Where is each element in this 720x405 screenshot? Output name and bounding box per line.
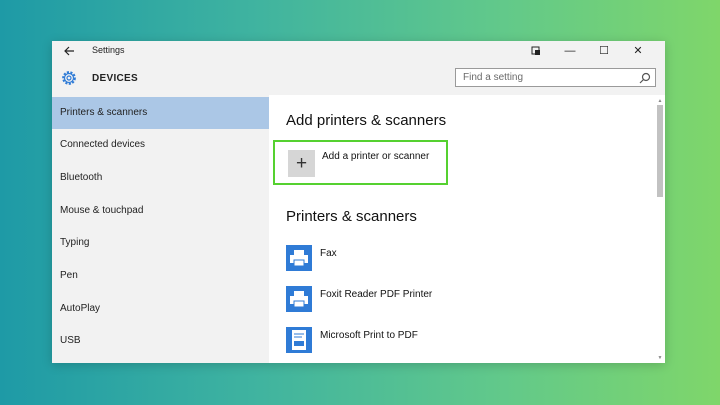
pin-icon: [531, 46, 540, 55]
back-button[interactable]: [59, 43, 79, 59]
sidebar-item-usb[interactable]: USB: [52, 325, 269, 357]
snap-button[interactable]: [519, 41, 553, 61]
add-printer-label: Add a printer or scanner: [322, 151, 430, 162]
add-section-title: Add printers & scanners: [286, 112, 447, 129]
search-box[interactable]: [455, 68, 656, 87]
search-icon[interactable]: [638, 71, 652, 85]
scroll-up-icon[interactable]: ▲: [657, 99, 663, 104]
printer-item-ms-print-pdf[interactable]: Microsoft Print to PDF: [286, 327, 646, 357]
scroll-thumb[interactable]: [657, 105, 663, 197]
printer-item-fax[interactable]: Fax: [286, 245, 646, 275]
sidebar-item-pen[interactable]: Pen: [52, 260, 269, 292]
scrollbar[interactable]: ▲ ▼: [657, 99, 663, 361]
sidebar-item-typing[interactable]: Typing: [52, 227, 269, 259]
close-button[interactable]: ✕: [621, 41, 655, 61]
list-section-title: Printers & scanners: [286, 208, 417, 225]
window-title: Settings: [92, 45, 125, 55]
scroll-down-icon[interactable]: ▼: [657, 356, 663, 361]
sidebar-item-bluetooth[interactable]: Bluetooth: [52, 162, 269, 194]
pdf-printer-icon: [286, 327, 312, 353]
sidebar-item-autoplay[interactable]: AutoPlay: [52, 293, 269, 325]
printer-name: Fax: [320, 248, 337, 259]
sidebar-item-printers-scanners[interactable]: Printers & scanners: [52, 97, 269, 129]
printer-icon: [286, 245, 312, 271]
gear-icon: [62, 71, 76, 85]
printer-name: Microsoft Print to PDF: [320, 330, 418, 341]
header: DEVICES: [52, 61, 665, 95]
settings-window: Settings — ☐ ✕ DEVICES Printers & scanne…: [52, 41, 665, 363]
add-printer-button[interactable]: + Add a printer or scanner: [273, 140, 448, 185]
arrow-left-icon: [64, 46, 74, 56]
maximize-button[interactable]: ☐: [587, 41, 621, 61]
plus-icon: +: [288, 150, 315, 177]
printer-item-foxit[interactable]: Foxit Reader PDF Printer: [286, 286, 646, 316]
minimize-button[interactable]: —: [553, 41, 587, 61]
title-bar: Settings — ☐ ✕: [52, 41, 665, 61]
sidebar: Printers & scanners Connected devices Bl…: [52, 95, 269, 363]
sidebar-item-connected-devices[interactable]: Connected devices: [52, 129, 269, 161]
page-title: DEVICES: [92, 73, 139, 84]
printer-name: Foxit Reader PDF Printer: [320, 289, 433, 300]
printer-icon: [286, 286, 312, 312]
sidebar-item-mouse-touchpad[interactable]: Mouse & touchpad: [52, 195, 269, 227]
search-input[interactable]: [456, 69, 643, 86]
main-content: Add printers & scanners + Add a printer …: [269, 95, 665, 363]
